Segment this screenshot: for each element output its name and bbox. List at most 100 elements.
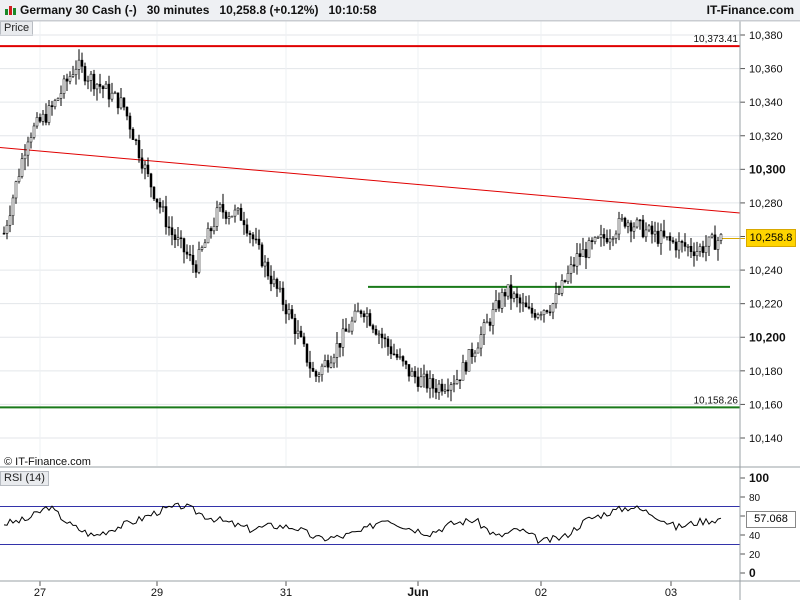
price-axis-label: 10,360	[749, 64, 783, 76]
candle-body	[161, 206, 165, 208]
candle-body	[521, 302, 525, 305]
time-axis-label: 27	[34, 587, 46, 599]
candle-body	[287, 309, 291, 315]
candle-body	[320, 365, 324, 375]
candle-body	[323, 360, 327, 367]
candle-body	[419, 376, 423, 387]
candle-body	[86, 80, 90, 82]
candle-body	[656, 230, 660, 244]
price-axis-label: 10,200	[749, 330, 786, 344]
rsi-axis-label: 80	[749, 493, 761, 504]
candle-body	[641, 219, 645, 238]
price-chart[interactable]: 10,380 10,360 10,340 10,320 10,300 10,280 10,2…	[0, 0, 800, 600]
candle-body	[23, 154, 27, 160]
candle-body	[143, 164, 147, 169]
candle-body	[332, 357, 336, 364]
candle-body	[137, 140, 141, 159]
candle-body	[203, 242, 207, 248]
candle-body	[602, 234, 606, 239]
candle-body	[635, 219, 639, 228]
candle-body	[290, 309, 294, 319]
candle-body	[674, 241, 678, 251]
candle-body	[221, 204, 225, 213]
candle-body	[572, 264, 576, 267]
candle-body	[218, 204, 222, 209]
candle-body	[98, 83, 102, 87]
candle-body	[188, 254, 192, 256]
candle-body	[512, 293, 516, 299]
candle-body	[629, 222, 633, 232]
candle-body	[8, 215, 12, 226]
candle-body	[680, 241, 684, 243]
candle-body	[587, 240, 591, 258]
candle-body	[428, 378, 432, 389]
candle-body	[299, 330, 303, 338]
candle-body	[26, 141, 30, 156]
candle-body	[545, 310, 549, 313]
candle-body	[482, 322, 486, 335]
candle-body	[119, 97, 123, 109]
candle-body	[38, 117, 42, 122]
candle-body	[446, 389, 450, 392]
candle-body	[89, 73, 93, 81]
candle-body	[485, 321, 489, 324]
candle-body	[284, 304, 288, 315]
candle-body	[644, 229, 648, 238]
candle-body	[305, 343, 309, 363]
candle-body	[431, 378, 435, 389]
candle-body	[140, 157, 144, 169]
candle-body	[710, 234, 714, 238]
candle-body	[53, 100, 57, 108]
candle-body	[530, 307, 534, 314]
candle-body	[179, 237, 183, 239]
candle-body	[569, 264, 573, 274]
price-axis-label: 10,300	[749, 162, 786, 176]
candle-body	[554, 293, 558, 305]
candle-body	[452, 383, 456, 386]
candle-body	[632, 226, 636, 232]
candle-body	[236, 207, 240, 211]
candle-body	[344, 328, 348, 332]
rsi-axis-label: 100	[749, 471, 769, 485]
candle-body	[227, 216, 231, 219]
candle-body	[341, 328, 345, 348]
candle-body	[404, 360, 408, 365]
candle-body	[209, 228, 213, 232]
candle-body	[437, 383, 441, 393]
price-axis-label: 10,320	[749, 131, 783, 143]
candle-body	[560, 280, 564, 294]
candle-body	[233, 209, 237, 217]
instrument-title: Germany 30 Cash (-) 30 minutes 10,258.8 …	[20, 3, 377, 17]
time-axis-label: Jun	[407, 585, 428, 599]
candle-body	[575, 253, 579, 267]
candle-body	[200, 247, 204, 250]
candle-body	[692, 251, 696, 257]
candle-body	[83, 66, 87, 82]
rsi-axis-label: 0	[749, 566, 756, 580]
candle-body	[263, 261, 267, 267]
candle-body	[329, 362, 333, 368]
candle-body	[173, 234, 177, 241]
candle-body	[626, 222, 630, 227]
price-axis-label: 10,220	[749, 299, 783, 311]
candle-body	[2, 232, 6, 235]
candle-body	[365, 313, 369, 318]
candle-body	[134, 139, 138, 141]
candle-body	[584, 249, 588, 258]
candle-body	[95, 83, 99, 90]
candle-body	[101, 86, 105, 90]
candle-body	[386, 338, 390, 347]
candle-body	[620, 217, 624, 220]
candle-body	[41, 113, 45, 122]
chart-logo-icon	[5, 6, 16, 15]
candle-body	[371, 325, 375, 330]
candle-body	[353, 310, 357, 322]
candle-body	[338, 343, 342, 348]
candle-body	[314, 371, 318, 377]
candle-body	[71, 74, 75, 77]
candle-body	[146, 164, 150, 175]
candle-body	[242, 220, 246, 226]
candle-body	[185, 251, 189, 255]
candle-body	[356, 310, 360, 313]
candle-body	[347, 330, 351, 333]
